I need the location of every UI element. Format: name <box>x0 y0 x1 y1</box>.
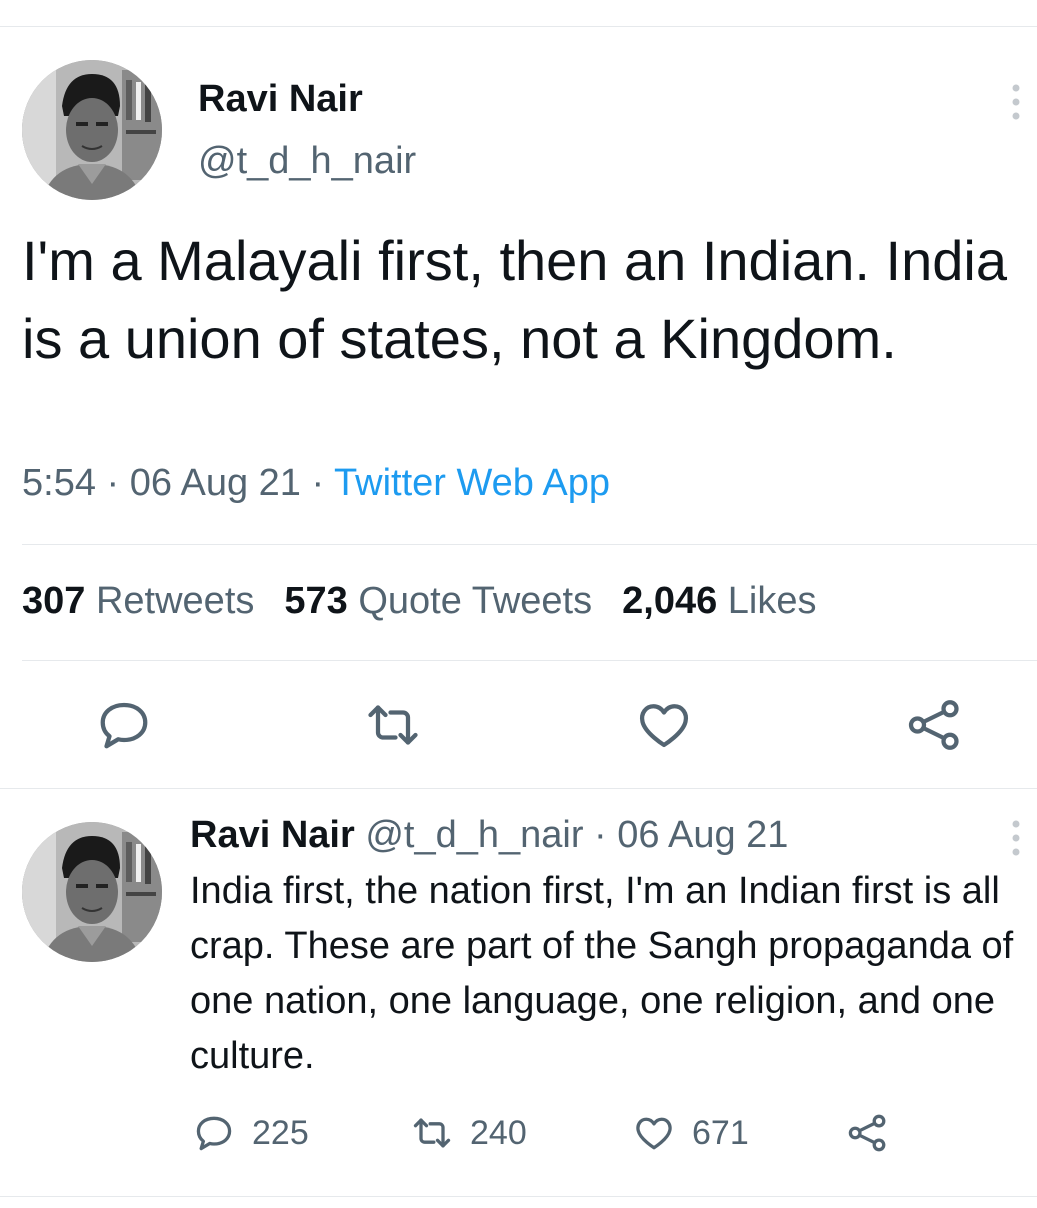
retweet-count: 240 <box>470 1113 527 1152</box>
likes-count: 2,046 <box>622 580 718 622</box>
divider <box>22 544 1037 545</box>
meta-separator: · <box>311 462 335 504</box>
reply-retweet-button[interactable]: 240 <box>410 1108 527 1158</box>
author-handle[interactable]: @t_d_h_nair <box>198 140 416 183</box>
reply-share-button[interactable] <box>846 1108 890 1158</box>
retweet-icon[interactable] <box>363 695 423 755</box>
divider <box>22 660 1037 661</box>
engagement-stats: 307 Retweets 573 Quote Tweets 2,046 Likes <box>22 580 817 623</box>
reply-separator: · <box>594 814 607 856</box>
share-icon[interactable] <box>905 695 965 755</box>
reply-icon[interactable] <box>94 695 154 755</box>
likes-label: Likes <box>727 580 817 622</box>
reply-date[interactable]: 06 Aug 21 <box>617 814 788 856</box>
reply-avatar[interactable] <box>22 822 162 962</box>
avatar-photo-icon <box>22 822 162 962</box>
reply-reply-button[interactable]: 225 <box>192 1108 309 1158</box>
retweets-stat[interactable]: 307 Retweets <box>22 580 254 622</box>
tweet-time: 5:54 <box>22 462 96 504</box>
meta-separator: · <box>106 462 130 504</box>
reply-header: Ravi Nair @t_d_h_nair · 06 Aug 21 <box>190 814 788 857</box>
divider <box>0 788 1037 789</box>
tweet-date[interactable]: 06 Aug 21 <box>130 462 301 504</box>
reply-count: 225 <box>252 1113 309 1152</box>
like-icon[interactable] <box>634 695 694 755</box>
avatar[interactable] <box>22 60 162 200</box>
retweet-icon <box>413 1118 451 1148</box>
retweets-label: Retweets <box>95 580 255 622</box>
reply-author-handle[interactable]: @t_d_h_nair <box>365 814 583 856</box>
tweet-meta: 5:54 · 06 Aug 21 · Twitter Web App <box>22 462 610 505</box>
quote-tweets-label: Quote Tweets <box>358 580 593 622</box>
reply-icon <box>196 1116 232 1151</box>
source-app-link[interactable]: Twitter Web App <box>334 462 610 504</box>
author-name[interactable]: Ravi Nair <box>198 78 363 121</box>
top-divider <box>0 26 1037 27</box>
like-icon <box>636 1117 672 1150</box>
bottom-divider <box>0 1196 1037 1197</box>
reply-text: India first, the nation first, I'm an In… <box>190 870 1014 1077</box>
share-icon <box>848 1114 886 1152</box>
quote-tweets-count: 573 <box>284 580 348 622</box>
quote-tweets-stat[interactable]: 573 Quote Tweets <box>284 580 592 622</box>
reply-author-name[interactable]: Ravi Nair <box>190 814 355 856</box>
reply-like-button[interactable]: 671 <box>632 1108 749 1158</box>
tweet-text: I'm a Malayali first, then an Indian. In… <box>22 229 1007 370</box>
more-options-icon[interactable] <box>1006 82 1026 122</box>
retweets-count: 307 <box>22 580 86 622</box>
likes-stat[interactable]: 2,046 Likes <box>622 580 816 622</box>
avatar-photo-icon <box>22 60 162 200</box>
like-count: 671 <box>692 1113 749 1152</box>
more-options-icon[interactable] <box>1006 818 1026 858</box>
